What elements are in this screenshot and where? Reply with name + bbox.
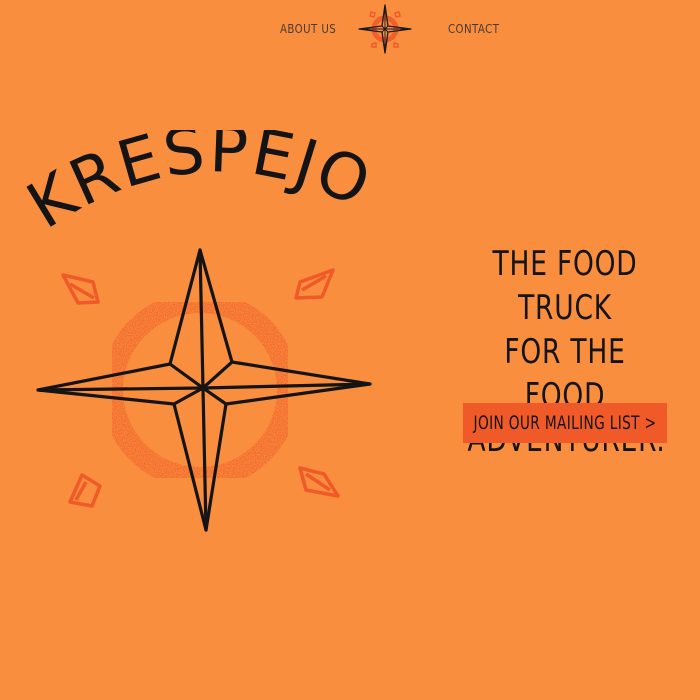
join-mailing-list-button[interactable]: Join our mailing list >	[463, 403, 667, 443]
brand-wordmark: KRESPEJO	[15, 130, 382, 244]
brand-illustration: KRESPEJO	[15, 130, 382, 532]
tagline-line: The food truck	[492, 244, 638, 328]
top-navigation: About us Contact	[0, 0, 700, 60]
nav-about-us-link[interactable]: About us	[280, 22, 336, 36]
compass-star-icon	[358, 4, 412, 54]
home-logo-link[interactable]	[355, 3, 415, 55]
cta-label: Join our mailing list >	[473, 412, 657, 434]
nav-contact-link[interactable]: Contact	[448, 22, 499, 36]
